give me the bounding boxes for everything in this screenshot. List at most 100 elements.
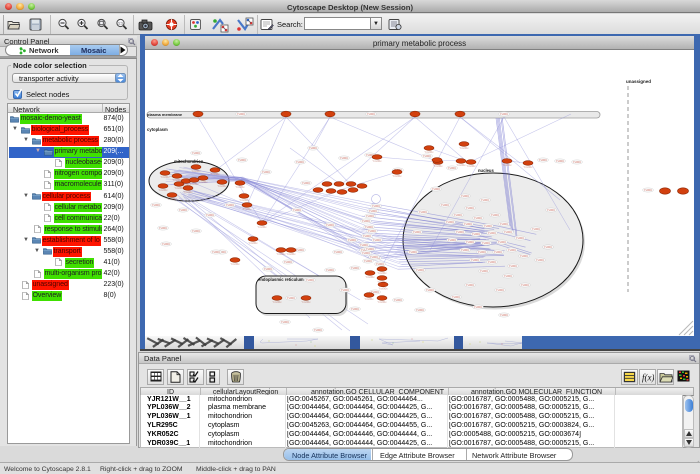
- svg-text:Yx00C: Yx00C: [496, 288, 504, 292]
- svg-text:Yx00C: Yx00C: [494, 250, 502, 254]
- svg-text:Yx00C: Yx00C: [491, 213, 499, 217]
- svg-text:Yx00C: Yx00C: [456, 230, 464, 234]
- svg-text:Yx00C: Yx00C: [373, 238, 381, 242]
- svg-text:Yxx00x: Yxx00x: [365, 275, 375, 279]
- svg-text:Yx00C: Yx00C: [464, 222, 472, 226]
- svg-text:Yx00C: Yx00C: [351, 307, 359, 311]
- svg-text:Yx00C: Yx00C: [547, 208, 555, 212]
- svg-text:Yxx00x: Yxx00x: [364, 297, 374, 301]
- svg-text:Yxx00x: Yxx00x: [523, 165, 533, 169]
- svg-text:cytoplasm: cytoplasm: [147, 127, 168, 132]
- svg-text:Yx00C: Yx00C: [341, 288, 349, 292]
- svg-text:Yx00C: Yx00C: [426, 288, 434, 292]
- svg-text:Yxx00x: Yxx00x: [466, 164, 476, 168]
- svg-text:Yxx00x: Yxx00x: [377, 271, 387, 275]
- svg-text:Yx00C: Yx00C: [281, 320, 289, 324]
- svg-text:Yx00C: Yx00C: [509, 264, 517, 268]
- svg-text:Yxx00x: Yxx00x: [235, 185, 245, 189]
- svg-text:Yx00C: Yx00C: [416, 268, 424, 272]
- svg-text:Yxx00x: Yxx00x: [456, 163, 466, 167]
- svg-text:Yx00C: Yx00C: [508, 248, 516, 252]
- svg-text:Yx00C: Yx00C: [416, 308, 424, 312]
- svg-text:Yxx00x: Yxx00x: [502, 163, 512, 167]
- svg-text:Yxx00x: Yxx00x: [160, 175, 170, 179]
- svg-text:Yx00C: Yx00C: [348, 238, 356, 242]
- svg-text:Yxx00x: Yxx00x: [272, 300, 282, 304]
- svg-text:f(x): f(x): [642, 372, 654, 382]
- svg-text:Yx00C: Yx00C: [446, 220, 454, 224]
- svg-text:Yx00C: Yx00C: [516, 236, 524, 240]
- svg-text:Yx00C: Yx00C: [159, 226, 167, 230]
- svg-text:Yx00C: Yx00C: [474, 216, 482, 220]
- svg-text:Yx00C: Yx00C: [504, 230, 512, 234]
- svg-text:nucleus: nucleus: [478, 168, 494, 173]
- svg-text:Yx00C: Yx00C: [488, 260, 496, 264]
- svg-text:mitochondrion: mitochondrion: [174, 159, 204, 164]
- svg-text:Yx00C: Yx00C: [448, 166, 456, 170]
- svg-text:Yx00C: Yx00C: [238, 158, 246, 162]
- svg-text:Yx00C: Yx00C: [500, 222, 508, 226]
- svg-text:Yxx00x: Yxx00x: [377, 280, 387, 284]
- svg-text:Yx00C: Yx00C: [504, 274, 512, 278]
- svg-text:Yx00C: Yx00C: [532, 227, 540, 231]
- svg-text:unassigned: unassigned: [626, 79, 651, 84]
- svg-text:Yx00C: Yx00C: [394, 298, 402, 302]
- svg-text:Yx00C: Yx00C: [466, 283, 474, 287]
- svg-text:Yx00C: Yx00C: [478, 250, 486, 254]
- svg-text:Yx00C: Yx00C: [262, 170, 270, 174]
- svg-text:Yx00C: Yx00C: [413, 230, 421, 234]
- svg-text:Yxx00x: Yxx00x: [378, 287, 388, 291]
- svg-text:Yx00C: Yx00C: [466, 206, 474, 210]
- svg-text:Yx00C: Yx00C: [482, 241, 490, 245]
- svg-text:Yx00C: Yx00C: [309, 146, 317, 150]
- svg-text:Yxx00x: Yxx00x: [230, 262, 240, 266]
- svg-text:Yx00C: Yx00C: [376, 262, 384, 266]
- svg-text:Yx00C: Yx00C: [423, 154, 431, 158]
- svg-text:Yx00C: Yx00C: [192, 229, 200, 233]
- svg-text:Yx00C: Yx00C: [500, 112, 508, 116]
- svg-text:Yx00C: Yx00C: [474, 305, 482, 309]
- svg-text:Yx00C: Yx00C: [368, 229, 376, 233]
- svg-text:Yx00C: Yx00C: [498, 240, 506, 244]
- svg-text:Yxx00x: Yxx00x: [217, 184, 227, 188]
- svg-text:1:1: 1:1: [118, 22, 123, 26]
- svg-text:Yx00C: Yx00C: [500, 313, 508, 317]
- svg-text:Yx00C: Yx00C: [419, 210, 427, 214]
- svg-text:Yxx00x: Yxx00x: [239, 198, 249, 202]
- svg-text:Yx00C: Yx00C: [326, 268, 334, 272]
- svg-text:Yx00C: Yx00C: [521, 283, 529, 287]
- svg-text:Yxx00x: Yxx00x: [257, 225, 267, 229]
- svg-text:Yx00C: Yx00C: [302, 181, 310, 185]
- svg-text:Yx00C: Yx00C: [488, 231, 496, 235]
- svg-text:Yx00C: Yx00C: [481, 198, 489, 202]
- svg-text:Yx00C: Yx00C: [306, 278, 314, 282]
- svg-text:Yx00C: Yx00C: [644, 188, 652, 192]
- svg-text:Yx00C: Yx00C: [364, 259, 372, 263]
- svg-text:endoplasmic reticulum: endoplasmic reticulum: [258, 277, 304, 282]
- svg-text:Yx00C: Yx00C: [152, 203, 160, 207]
- svg-text:Yx00C: Yx00C: [334, 250, 342, 254]
- svg-text:Yx00C: Yx00C: [212, 250, 220, 254]
- svg-text:plasma membrane: plasma membrane: [147, 112, 183, 117]
- svg-text:Yx00C: Yx00C: [179, 208, 187, 212]
- svg-text:Yx00C: Yx00C: [409, 250, 417, 254]
- svg-text:Yxx00x: Yxx00x: [210, 172, 220, 176]
- svg-text:Yxx00x: Yxx00x: [158, 188, 168, 192]
- svg-text:Yx00C: Yx00C: [287, 296, 295, 300]
- svg-text:Yxx00x: Yxx00x: [301, 300, 311, 304]
- svg-text:Yxx00x: Yxx00x: [172, 178, 182, 182]
- svg-text:Yx00C: Yx00C: [264, 267, 272, 271]
- svg-text:Yxx00x: Yxx00x: [424, 150, 434, 154]
- svg-text:Yx00C: Yx00C: [314, 328, 322, 332]
- svg-text:Yxx00x: Yxx00x: [276, 252, 286, 256]
- svg-text:Yxx00x: Yxx00x: [377, 300, 387, 304]
- svg-text:Yxx00x: Yxx00x: [167, 197, 177, 201]
- svg-text:Yx00C: Yx00C: [162, 242, 170, 246]
- svg-text:Yx00C: Yx00C: [520, 254, 528, 258]
- svg-text:Yx00C: Yx00C: [480, 269, 488, 273]
- svg-text:Yxx00x: Yxx00x: [183, 190, 193, 194]
- svg-text:Yx00C: Yx00C: [284, 260, 292, 264]
- svg-text:Yx00C: Yx00C: [448, 238, 456, 242]
- svg-text:Yx00C: Yx00C: [454, 213, 462, 217]
- svg-text:Yx00C: Yx00C: [296, 248, 304, 252]
